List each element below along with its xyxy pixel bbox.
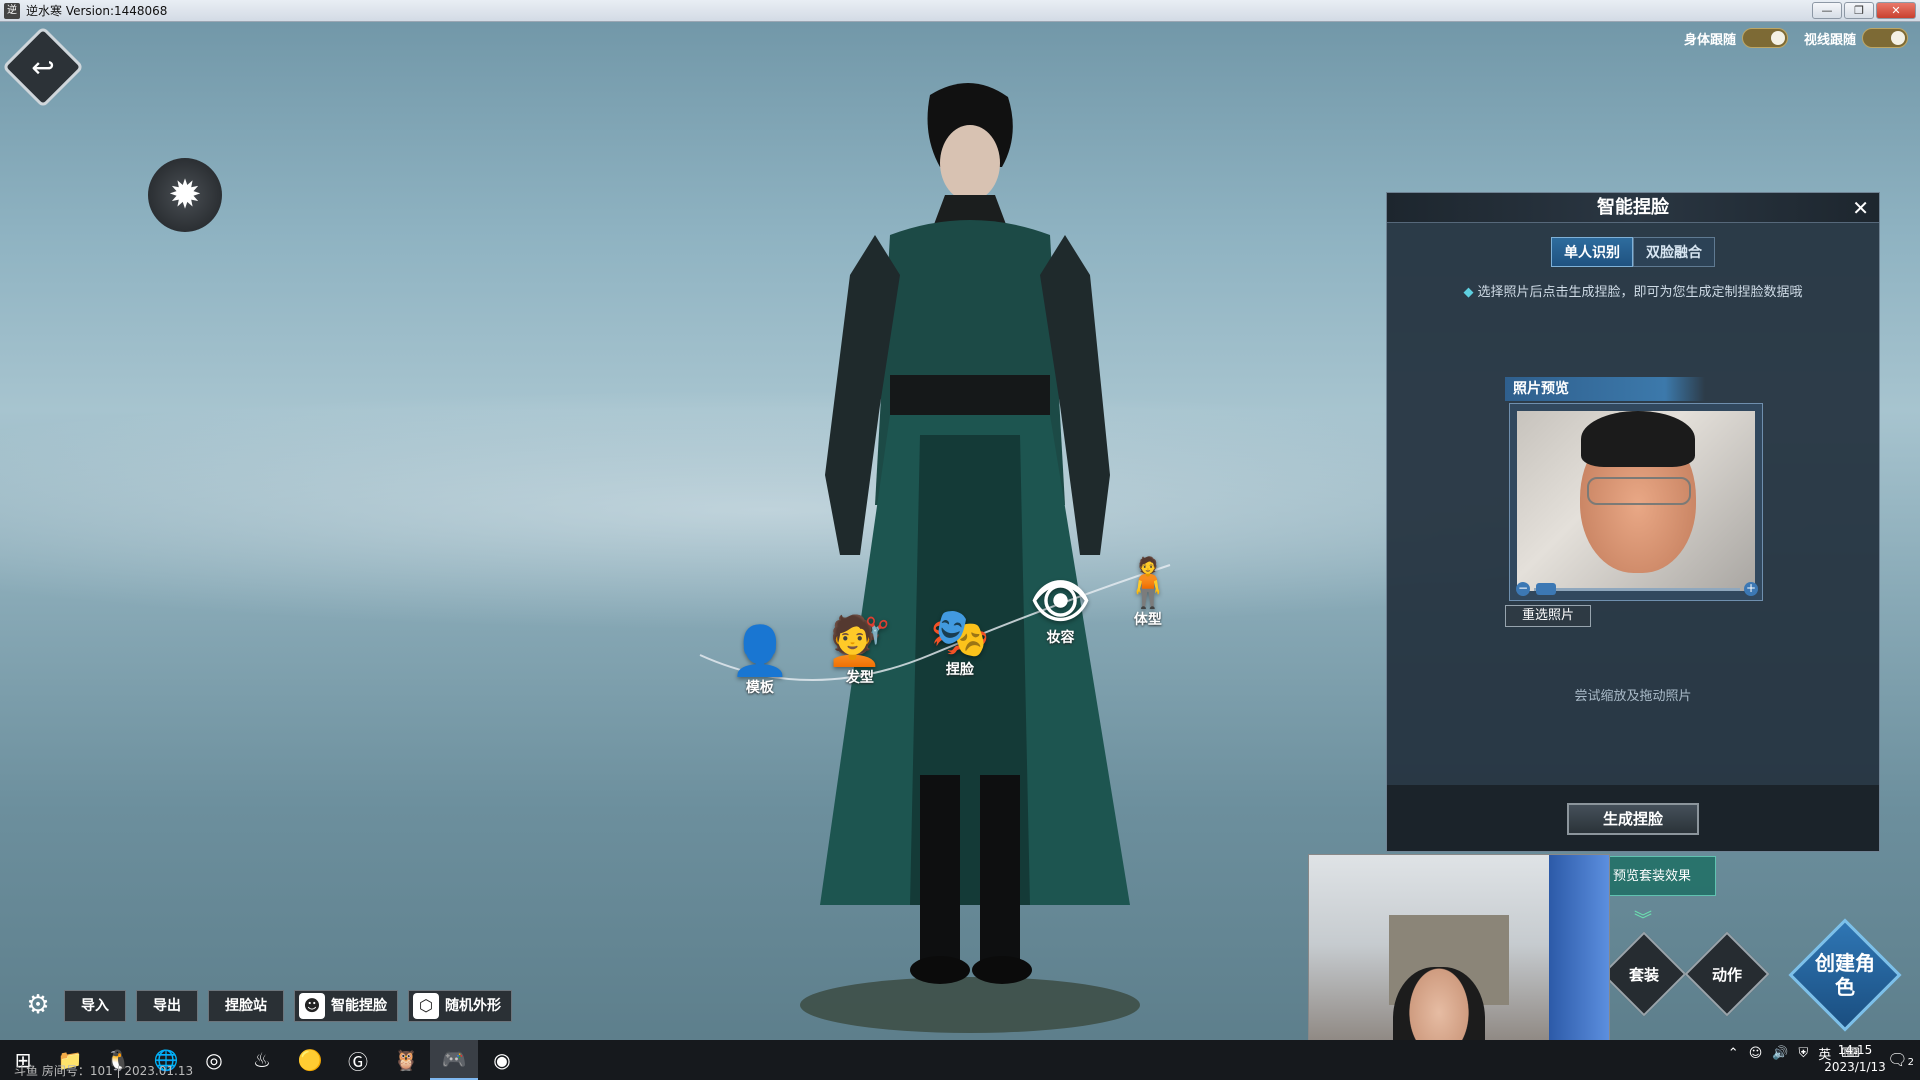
- back-arrow-icon: ↩: [31, 50, 55, 84]
- window-title: 逆水寒 Version:1448068: [26, 4, 168, 18]
- minimize-button[interactable]: —: [1812, 2, 1842, 19]
- panel-hint-text: 选择照片后点击生成捏脸，即可为您生成定制捏脸数据哦: [1477, 285, 1803, 300]
- create-character-label: 创建角色: [1815, 951, 1875, 999]
- owl-app-icon[interactable]: 🦉: [382, 1040, 430, 1080]
- random-look-label: 随机外形: [445, 998, 501, 1014]
- diamond-icon: ◆: [1463, 285, 1474, 300]
- panel-close-icon[interactable]: ✕: [1852, 193, 1869, 223]
- dice-icon: ⬡: [413, 993, 439, 1019]
- body-follow-label: 身体跟随: [1683, 32, 1736, 48]
- hairstyle-icon: 💇: [830, 613, 890, 669]
- wheel-item-body[interactable]: 🧍 体型: [1118, 557, 1178, 629]
- mask-icon: 🎭: [930, 605, 990, 661]
- notification-count: 2: [1907, 1057, 1914, 1068]
- gaze-follow-toggle[interactable]: 视线跟随: [1804, 28, 1908, 48]
- action-button[interactable]: 动作: [1684, 931, 1770, 1017]
- tray-app-icon[interactable]: ☺: [1749, 1046, 1763, 1061]
- chevron-down-icon: ︾: [1634, 910, 1652, 931]
- smart-face-label: 智能捏脸: [331, 998, 387, 1014]
- face-station-button[interactable]: 捏脸站: [208, 990, 284, 1022]
- zoom-in-button[interactable]: +: [1744, 582, 1758, 596]
- lighting-button[interactable]: ✹: [148, 158, 222, 232]
- wheel-label-hairstyle: 发型: [845, 670, 874, 686]
- tab-single-recognition[interactable]: 单人识别: [1551, 237, 1633, 267]
- wheel-item-template[interactable]: 👤 模板: [730, 625, 790, 697]
- eye-icon: 👁: [1030, 573, 1091, 629]
- random-look-button[interactable]: ⬡ 随机外形: [408, 990, 512, 1022]
- stream-room-text: 斗鱼 房间号：101 | 2023.01.13: [14, 1064, 194, 1078]
- follow-toggles: 身体跟随 视线跟随: [1684, 28, 1908, 48]
- panel-header: 智能捏脸 ✕: [1387, 193, 1879, 223]
- customization-wheel: 👤 模板 💇 发型 🎭 捏脸 👁 妆容 🧍 体型: [690, 545, 1180, 715]
- zoom-out-button[interactable]: −: [1516, 582, 1530, 596]
- gaze-follow-label: 视线跟随: [1803, 32, 1856, 48]
- generate-face-button[interactable]: 生成捏脸: [1567, 803, 1699, 835]
- obs-icon[interactable]: ◎: [190, 1040, 238, 1080]
- wheel-label-face: 捏脸: [945, 662, 974, 678]
- notification-icon[interactable]: 🗨2: [1887, 1050, 1914, 1069]
- wheel-item-makeup[interactable]: 👁 妆容: [1030, 575, 1091, 647]
- panel-footer: 生成捏脸: [1387, 785, 1879, 851]
- body-icon: 🧍: [1118, 555, 1178, 611]
- zoom-hint: 尝试缩放及拖动照片: [1574, 689, 1692, 704]
- body-follow-toggle[interactable]: 身体跟随: [1684, 28, 1788, 48]
- mask-icon: ☻: [299, 993, 325, 1019]
- tab-dual-face-blend[interactable]: 双脸融合: [1633, 237, 1715, 267]
- gaze-follow-switch[interactable]: [1862, 28, 1908, 48]
- wheel-label-makeup: 妆容: [1046, 630, 1075, 646]
- wheel-item-hairstyle[interactable]: 💇 发型: [830, 615, 890, 687]
- panel-title: 智能捏脸: [1597, 197, 1669, 218]
- export-button[interactable]: 导出: [136, 990, 198, 1022]
- suit-preview-button[interactable]: 预览套装效果: [1608, 856, 1716, 896]
- template-icon: 👤: [730, 623, 790, 679]
- back-button[interactable]: ↩: [1, 25, 85, 109]
- photo-glasses: [1587, 477, 1691, 505]
- gear-icon[interactable]: ⚙: [22, 990, 54, 1022]
- app-g-icon[interactable]: Ⓖ: [334, 1040, 382, 1080]
- uploaded-photo[interactable]: [1517, 411, 1755, 591]
- panel-hint: ◆ 选择照片后点击生成捏脸，即可为您生成定制捏脸数据哦: [1387, 281, 1879, 300]
- sun-icon: ✹: [168, 172, 202, 218]
- body-follow-switch[interactable]: [1741, 28, 1788, 48]
- zoom-slider-handle[interactable]: [1536, 582, 1556, 595]
- suit-button[interactable]: 套装: [1601, 931, 1687, 1017]
- photo-preview: 照片预览 − + 重选照片: [1505, 377, 1767, 629]
- zoom-slider[interactable]: [1534, 582, 1740, 595]
- smart-face-panel: 智能捏脸 ✕ 单人识别 双脸融合 ◆ 选择照片后点击生成捏脸，即可为您生成定制捏脸…: [1386, 192, 1880, 852]
- action-label: 动作: [1711, 965, 1742, 984]
- create-character-button[interactable]: 创建角色: [1788, 918, 1902, 1032]
- tray-chevron-icon[interactable]: ⌃: [1728, 1046, 1739, 1061]
- security-icon[interactable]: ⛨: [1798, 1046, 1808, 1061]
- wheel-item-face[interactable]: 🎭 捏脸: [930, 607, 990, 679]
- panel-tabs: 单人识别 双脸融合: [1387, 237, 1879, 267]
- volume-icon[interactable]: 🔊: [1772, 1046, 1788, 1061]
- game-launcher-icon[interactable]: 🟡: [286, 1040, 334, 1080]
- photo-preview-title: 照片预览: [1505, 377, 1705, 401]
- steam-icon[interactable]: ♨: [238, 1040, 286, 1080]
- close-window-button[interactable]: ✕: [1876, 2, 1916, 19]
- restore-button[interactable]: ❐: [1844, 2, 1874, 19]
- reselect-photo-button[interactable]: 重选照片: [1505, 605, 1591, 627]
- photo-preview-box: − +: [1509, 403, 1763, 601]
- window-titlebar: 逆 逆水寒 Version:1448068 — ❐ ✕: [0, 0, 1920, 22]
- photo-hair: [1581, 411, 1695, 467]
- app-icon: 逆: [4, 2, 20, 19]
- suit-label: 套装: [1628, 965, 1659, 984]
- photo-zoom-bar: − +: [1516, 582, 1758, 596]
- import-button[interactable]: 导入: [64, 990, 126, 1022]
- taskbar: ⊞ 📁 🐧 🌐 ◎ ♨ 🟡 Ⓖ 🦉 🎮 ◉: [0, 1040, 1920, 1080]
- smart-face-button[interactable]: ☻ 智能捏脸: [294, 990, 398, 1022]
- wheel-label-template: 模板: [745, 680, 774, 696]
- wheel-label-body: 体型: [1133, 612, 1162, 628]
- game-window-icon[interactable]: 🎮: [430, 1040, 478, 1080]
- circle-app-icon[interactable]: ◉: [478, 1040, 526, 1080]
- bottom-toolbar: ⚙ 导入 导出 捏脸站 ☻ 智能捏脸 ⬡ 随机外形: [22, 990, 512, 1022]
